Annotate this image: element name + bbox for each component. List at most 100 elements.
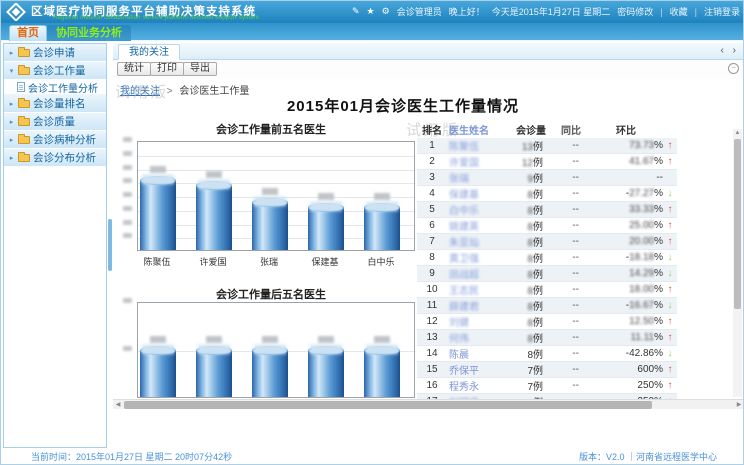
nav-tab-home[interactable]: 首页 (9, 25, 47, 41)
table-row[interactable]: 9 田战超 8例 -- 14.29% ↓ (417, 266, 677, 282)
table-row[interactable]: 3 张瑞 9例 -- -- (417, 170, 677, 186)
doctor-name-link[interactable]: 保建基 (447, 186, 509, 201)
bar-0 (140, 179, 176, 251)
mom-cell: -16.67% (589, 300, 663, 311)
chart-bottom-five-doctors: 会诊工作量后五名医生 (121, 286, 423, 302)
table-row[interactable]: 16 程秀永 7例 -- 250% ↑ (417, 378, 677, 394)
doctor-name-link[interactable]: 薛建君 (447, 298, 509, 313)
document-icon (17, 82, 25, 92)
logout-link[interactable]: 注销登录 (704, 5, 740, 18)
star-icon[interactable]: ★ (367, 6, 375, 17)
trend-arrow-icon: ↓ (663, 188, 677, 199)
scroll-up-icon[interactable]: ▲ (733, 129, 742, 137)
vertical-scroll-thumb[interactable] (734, 139, 741, 309)
doctor-name-link[interactable]: 王志民 (447, 282, 509, 297)
chart-top-five-doctors: 会诊工作量前五名医生 陈聚伍许爱国张瑞保建基白中乐 (121, 121, 423, 137)
mom-cell: 20.00% (589, 236, 663, 247)
sidebar-menu: ▸ 会诊申请 ▾ 会诊工作量 会诊工作量分析 ▸ 会诊量排名 ▸ 会诊质量 ▸ (3, 43, 107, 448)
consult-count-cell: 8例 (509, 234, 553, 249)
yoy-cell: -- (553, 204, 589, 215)
trend-arrow-icon: ↑ (663, 140, 677, 151)
sidebar-item[interactable]: ▸ 会诊申请 (4, 44, 106, 62)
trend-arrow-icon: ↑ (663, 156, 677, 167)
table-row[interactable]: 4 保建基 8例 -- -27.27% ↓ (417, 186, 677, 202)
tab-my-follow[interactable]: 我的关注 (118, 44, 180, 60)
yoy-cell: -- (553, 300, 589, 311)
doctor-name-link[interactable]: 田战超 (447, 266, 509, 281)
sidebar-subitem[interactable]: 会诊工作量分析 (4, 80, 106, 95)
bar-3 (308, 349, 344, 397)
sidebar-item[interactable]: ▸ 会诊病种分析 (4, 131, 106, 149)
yoy-cell: -- (553, 348, 589, 359)
trend-arrow-icon: ↓ (663, 300, 677, 311)
table-row[interactable]: 7 朱亚灿 8例 -- 20.00% ↑ (417, 234, 677, 250)
table-row[interactable]: 10 王志民 8例 -- 18.00% ↑ (417, 282, 677, 298)
gear-icon[interactable]: ⚙ (382, 6, 390, 17)
consult-count-cell: 8例 (509, 330, 553, 345)
sidebar-item[interactable]: ▸ 会诊量排名 (4, 95, 106, 113)
doctor-name-link[interactable]: 张瑞 (447, 170, 509, 185)
panel-menu-icon[interactable]: − (728, 63, 739, 74)
vertical-scrollbar[interactable]: ▲ (733, 129, 742, 397)
header-name: 医生姓名 (447, 122, 509, 137)
table-row[interactable]: 8 黄卫强 8例 -- -18.18% ↓ (417, 250, 677, 266)
tab-next-icon[interactable]: › (733, 45, 736, 56)
mom-cell: 18.00% (589, 284, 663, 295)
consult-count-cell: 7例 (509, 362, 553, 377)
doctor-name-link[interactable]: 刘健 (447, 314, 509, 329)
yoy-cell: -- (553, 380, 589, 391)
scroll-right-icon[interactable]: ▶ (734, 400, 744, 410)
yoy-cell: -- (553, 172, 589, 183)
trend-arrow-icon: ↑ (663, 332, 677, 343)
horizontal-scroll-thumb[interactable] (124, 401, 652, 409)
sidebar-item-label: 会诊分布分析 (33, 150, 96, 165)
stat-button[interactable]: 统计 (117, 62, 151, 76)
yoy-cell: -- (553, 140, 589, 151)
sidebar-item[interactable]: ▾ 会诊工作量 (4, 62, 106, 80)
nav-tab-collaboration-analysis[interactable]: 协同业务分析 (47, 25, 131, 41)
sidebar-item[interactable]: ▸ 会诊分布分析 (4, 149, 106, 167)
bar-4 (364, 206, 400, 250)
doctor-name-link[interactable]: 黄卫强 (447, 250, 509, 265)
table-row[interactable]: 14 陈晨 8例 -- -42.86% ↓ (417, 346, 677, 362)
doctor-name-link[interactable]: 白中乐 (447, 202, 509, 217)
sidebar-item[interactable]: ▸ 会诊质量 (4, 113, 106, 131)
mom-cell: -18.18% (589, 252, 663, 263)
tab-prev-icon[interactable]: ‹ (721, 45, 724, 56)
favorites-link[interactable]: 收藏 (670, 5, 688, 18)
doctor-name-link[interactable]: 乔保平 (447, 362, 509, 377)
table-row[interactable]: 2 许爱国 12例 -- 41.67% ↑ (417, 154, 677, 170)
doctor-name-link[interactable]: 姚建英 (447, 218, 509, 233)
trend-arrow-icon: ↓ (663, 252, 677, 263)
table-row[interactable]: 12 刘健 8例 -- 12.50% ↑ (417, 314, 677, 330)
table-row[interactable]: 1 陈聚伍 13例 -- 73.73% ↑ (417, 138, 677, 154)
scroll-left-icon[interactable]: ◀ (113, 400, 123, 410)
doctor-name-link[interactable]: 陈晨 (447, 346, 509, 361)
doctor-name-link[interactable]: 何伟 (447, 330, 509, 345)
app-window: 区域医疗协同服务平台辅助决策支持系统 Regional medical coll… (0, 0, 744, 465)
yoy-cell: -- (553, 284, 589, 295)
print-button[interactable]: 打印 (150, 62, 184, 76)
export-button[interactable]: 导出 (183, 62, 217, 76)
horizontal-scrollbar[interactable]: ◀ ▶ (113, 399, 744, 409)
page-title: 2015年01月会诊医生工作量情况 (133, 95, 673, 116)
table-row[interactable]: 5 白中乐 8例 -- 33.33% ↑ (417, 202, 677, 218)
consult-count-cell: 8例 (509, 186, 553, 201)
table-row[interactable]: 11 薛建君 8例 -- -16.67% ↓ (417, 298, 677, 314)
sidebar-item-label: 会诊病种分析 (33, 132, 96, 147)
sidebar-collapse-handle[interactable] (108, 219, 112, 271)
table-row[interactable]: 6 姚建英 8例 -- 25.00% ↑ (417, 218, 677, 234)
table-row[interactable]: 13 何伟 8例 -- 11.11% ↑ (417, 330, 677, 346)
edit-icon[interactable]: ✎ (352, 6, 360, 17)
doctor-name-link[interactable]: 朱亚灿 (447, 234, 509, 249)
doctor-name-link[interactable]: 许爱国 (447, 154, 509, 169)
change-password-link[interactable]: 密码修改 (617, 5, 653, 18)
expand-arrow-icon: ▸ (8, 136, 15, 144)
plot-area (137, 141, 415, 251)
date-text: 今天是2015年1月27日 星期二 (492, 5, 611, 18)
doctor-name-link[interactable]: 陈聚伍 (447, 138, 509, 153)
consult-count-cell: 8例 (509, 346, 553, 361)
table-row[interactable]: 15 乔保平 7例 -- 600% ↑ (417, 362, 677, 378)
doctor-name-link[interactable]: 程秀永 (447, 378, 509, 393)
header-mom: 环比 (589, 122, 663, 137)
